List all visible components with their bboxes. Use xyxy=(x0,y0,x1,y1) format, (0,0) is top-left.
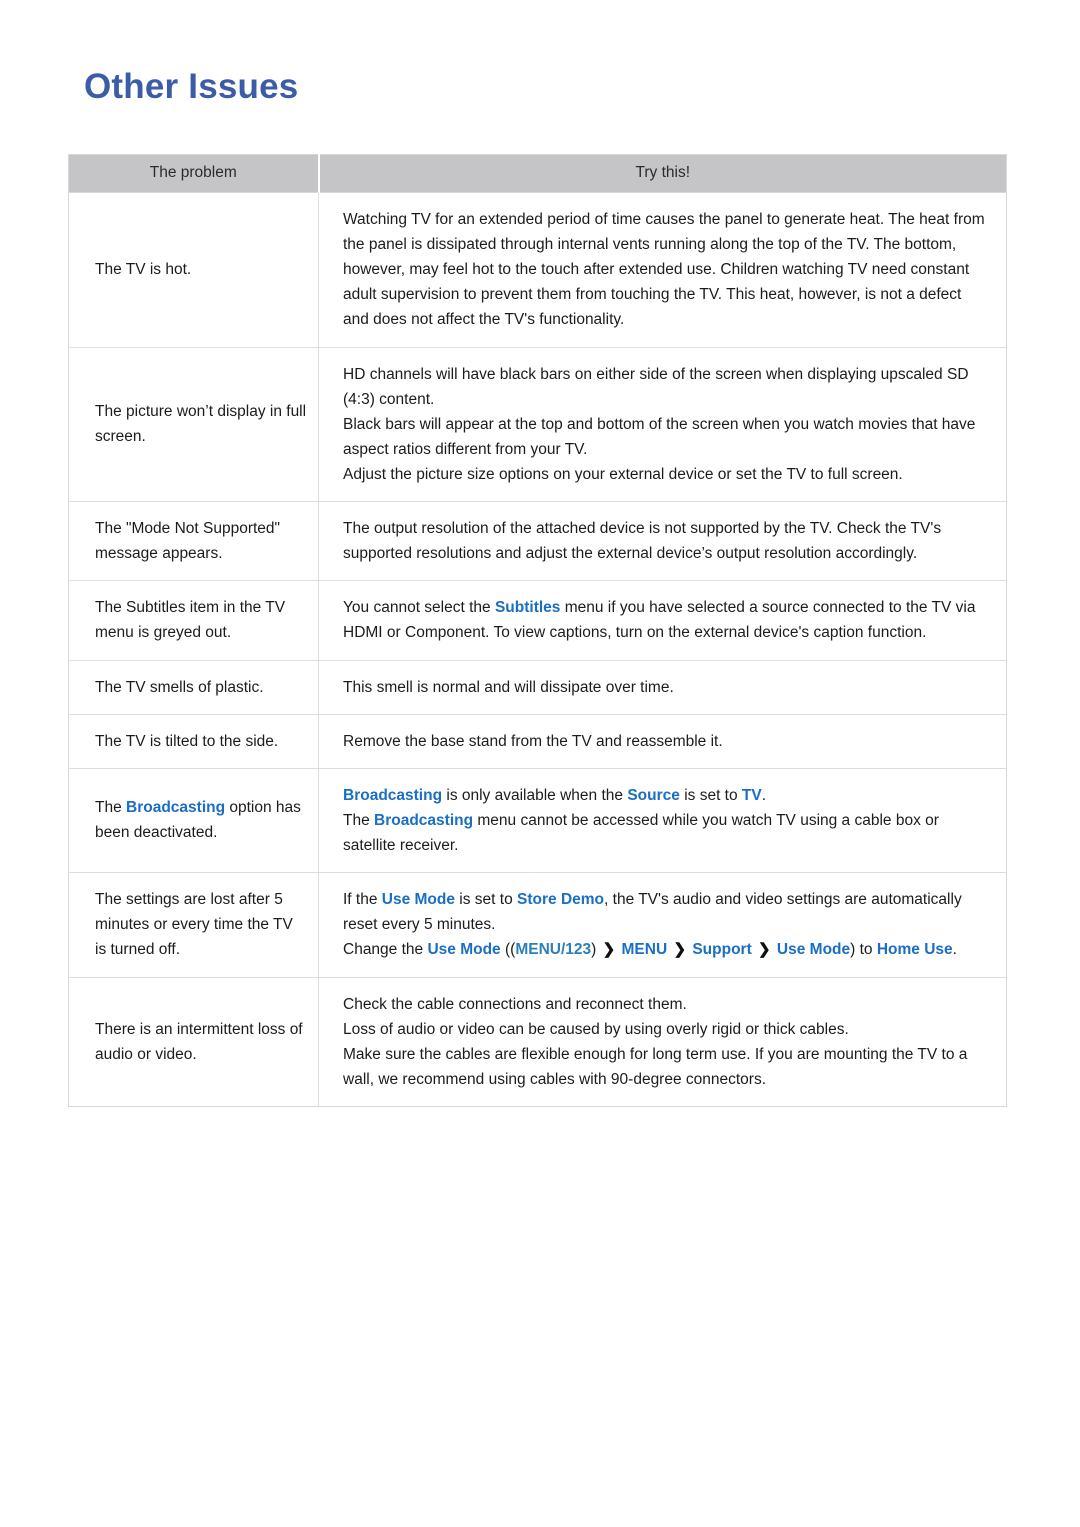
problem-cell: The Broadcasting option has been deactiv… xyxy=(68,767,319,873)
chevron-right-icon: ❯ xyxy=(673,941,687,959)
problem-cell: The Subtitles item in the TV menu is gre… xyxy=(68,580,319,661)
solution-line: Make sure the cables are flexible enough… xyxy=(343,1045,968,1088)
solution-cell: If the Use Mode is set to Store Demo, th… xyxy=(318,872,1007,978)
table-row: The TV smells of plastic. This smell is … xyxy=(68,659,1007,715)
solution-line: Check the cable connections and reconnec… xyxy=(343,995,687,1013)
solution-line: The output resolution of the attached de… xyxy=(343,520,942,563)
table-row: There is an intermittent loss of audio o… xyxy=(68,976,1007,1107)
table-row: The Broadcasting option has been deactiv… xyxy=(68,767,1007,873)
chevron-right-icon: ❯ xyxy=(758,941,771,959)
solution-text: . xyxy=(761,786,767,804)
problem-cell: The TV is hot. xyxy=(68,192,319,348)
solution-line: Broadcasting is only available when the … xyxy=(343,783,990,808)
link-menu-123[interactable]: MENU/123 xyxy=(515,941,591,958)
solution-line: HD channels will have black bars on eith… xyxy=(343,365,969,408)
link-broadcasting[interactable]: Broadcasting xyxy=(374,812,473,829)
chevron-right-icon: ❯ xyxy=(602,941,616,959)
solution-text: is only available when the xyxy=(442,786,628,804)
solution-cell: Watching TV for an extended period of ti… xyxy=(318,192,1007,348)
table-header: The problem Try this! xyxy=(68,154,1007,193)
table-row: The TV is hot. Watching TV for an extend… xyxy=(68,192,1007,348)
problem-cell: The TV is tilted to the side. xyxy=(68,713,319,769)
solution-text: . xyxy=(952,941,957,959)
table-header-row: The problem Try this! xyxy=(68,154,1007,193)
page-title: Other Issues xyxy=(84,67,299,106)
link-tv[interactable]: TV xyxy=(742,787,762,804)
solution-text: If the xyxy=(343,891,382,909)
solution-cell: Broadcasting is only available when the … xyxy=(318,767,1007,873)
link-subtitles[interactable]: Subtitles xyxy=(495,599,560,616)
solution-line: Loss of audio or video can be caused by … xyxy=(343,1020,849,1038)
link-source[interactable]: Source xyxy=(627,787,680,804)
link-home-use[interactable]: Home Use xyxy=(877,941,953,958)
solution-line: Adjust the picture size options on your … xyxy=(343,465,903,483)
table-body: The TV is hot. Watching TV for an extend… xyxy=(68,192,1007,1107)
table-row: The settings are lost after 5 minutes or… xyxy=(68,872,1007,978)
solution-cell: The output resolution of the attached de… xyxy=(318,501,1007,581)
solution-cell: Check the cable connections and reconnec… xyxy=(318,976,1007,1107)
solution-text: ) xyxy=(591,941,601,959)
solution-line: Watching TV for an extended period of ti… xyxy=(343,211,985,329)
solution-cell: You cannot select the Subtitles menu if … xyxy=(318,580,1007,661)
solution-text: ) to xyxy=(850,941,877,959)
solution-text: Change the xyxy=(343,941,428,959)
column-header-try: Try this! xyxy=(318,154,1007,193)
solution-text: The xyxy=(343,811,375,829)
problem-cell: The TV smells of plastic. xyxy=(68,659,319,715)
solution-text: is set to xyxy=(455,891,518,909)
column-header-problem: The problem xyxy=(68,154,320,193)
solution-text: is set to xyxy=(679,786,742,804)
table-row: The TV is tilted to the side. Remove the… xyxy=(68,713,1007,769)
solution-cell: HD channels will have black bars on eith… xyxy=(318,346,1007,502)
solution-text-before: You cannot select the xyxy=(343,599,495,617)
link-store-demo[interactable]: Store Demo xyxy=(517,891,604,908)
table-row: The picture won’t display in full screen… xyxy=(68,346,1007,502)
link-use-mode[interactable]: Use Mode xyxy=(773,941,850,958)
problem-cell: The settings are lost after 5 minutes or… xyxy=(68,872,319,978)
problem-text-before: The xyxy=(95,799,127,817)
solution-line: The Broadcasting menu cannot be accessed… xyxy=(343,808,990,858)
solution-line: This smell is normal and will dissipate … xyxy=(343,678,674,696)
problem-cell: There is an intermittent loss of audio o… xyxy=(68,976,319,1107)
link-broadcasting[interactable]: Broadcasting xyxy=(343,787,442,804)
link-menu[interactable]: MENU xyxy=(617,941,671,958)
other-issues-table: The problem Try this! The TV is hot. Wat… xyxy=(68,154,1007,1108)
solution-text: (( xyxy=(500,941,516,959)
solution-line: Black bars will appear at the top and bo… xyxy=(343,415,976,458)
solution-cell: This smell is normal and will dissipate … xyxy=(318,659,1007,715)
table-row: The "Mode Not Supported" message appears… xyxy=(68,501,1007,581)
link-support[interactable]: Support xyxy=(688,941,756,958)
solution-line-menu-path: Change the Use Mode ((MENU/123) ❯ MENU ❯… xyxy=(343,937,990,962)
solution-line: Remove the base stand from the TV and re… xyxy=(343,732,723,750)
link-use-mode[interactable]: Use Mode xyxy=(427,941,500,958)
document-page: Other Issues The problem Try this! The T… xyxy=(0,0,1080,1527)
problem-cell: The picture won’t display in full screen… xyxy=(68,346,319,502)
solution-cell: Remove the base stand from the TV and re… xyxy=(318,713,1007,769)
link-use-mode[interactable]: Use Mode xyxy=(382,891,455,908)
link-broadcasting[interactable]: Broadcasting xyxy=(126,799,225,816)
table-row: The Subtitles item in the TV menu is gre… xyxy=(68,580,1007,661)
problem-cell: The "Mode Not Supported" message appears… xyxy=(68,501,319,581)
solution-line: If the Use Mode is set to Store Demo, th… xyxy=(343,887,990,937)
